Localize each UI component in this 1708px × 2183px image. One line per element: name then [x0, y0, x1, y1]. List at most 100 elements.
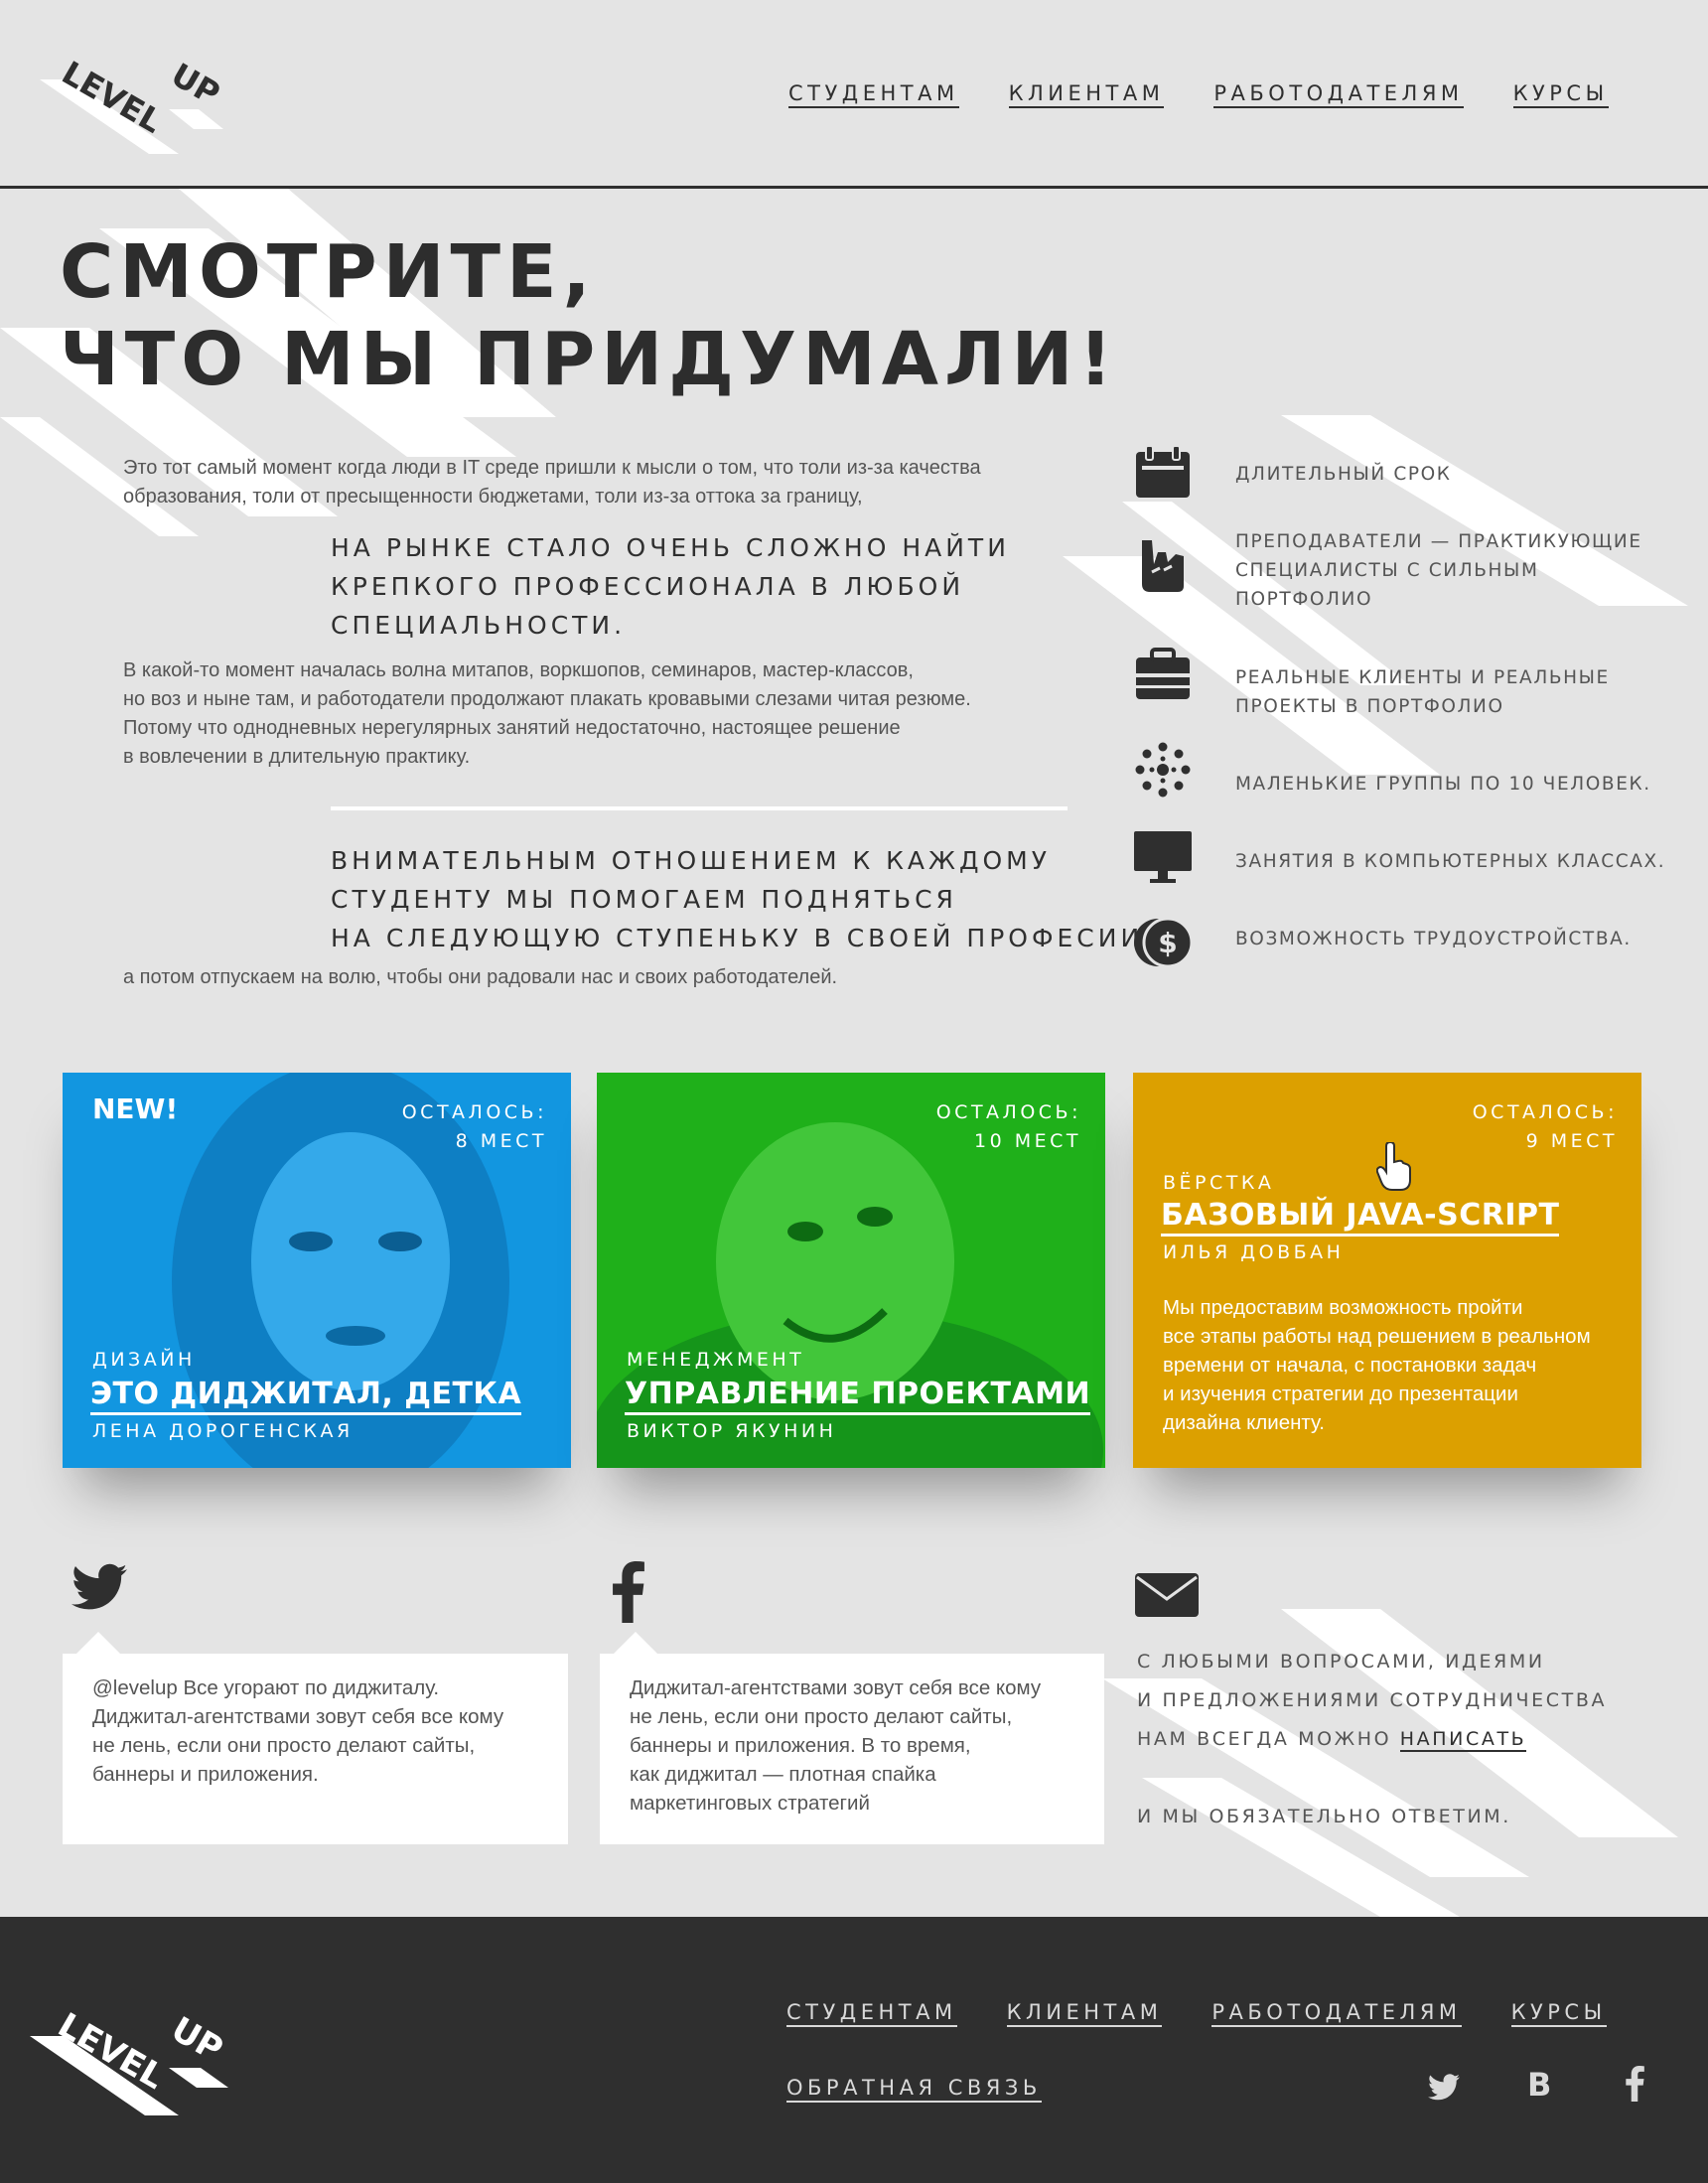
footer-nav-students[interactable]: СТУДЕНТАМ — [786, 2000, 957, 2027]
course-author: ВИКТОР ЯКУНИН — [627, 1420, 837, 1442]
quote-line: КРЕПКОГО ПРОФЕССИОНАЛА В ЛЮБОЙ — [331, 572, 965, 601]
contact-line-prefix: НАМ ВСЕГДА МОЖНО — [1137, 1728, 1400, 1750]
main-nav: СТУДЕНТАМ КЛИЕНТАМ РАБОТОДАТЕЛЯМ КУРСЫ — [788, 81, 1609, 108]
quote-line: НА РЫНКЕ СТАЛО ОЧЕНЬ СЛОЖНО НАЙТИ — [331, 533, 1010, 562]
contact-line: И ПРЕДЛОЖЕНИЯМИ СОТРУДНИЧЕСТВА — [1137, 1689, 1608, 1711]
footer-twitter-icon[interactable] — [1428, 2074, 1460, 2101]
footer-feedback: ОБРАТНАЯ СВЯЗЬ — [786, 2076, 1042, 2103]
desc-line: дизайна клиенту. — [1163, 1411, 1325, 1434]
post-line: как диджитал — плотная спайка — [630, 1763, 936, 1786]
course-card-layout[interactable]: ОСТАЛОСЬ: 9 МЕСТ ВЁРСТКА БАЗОВЫЙ JAVA-SC… — [1133, 1073, 1641, 1468]
quote-line: ВНИМАТЕЛЬНЫМ ОТНОШЕНИЕМ К КАЖДОМУ — [331, 846, 1051, 875]
hand-cursor-icon — [1376, 1142, 1411, 1191]
nav-students[interactable]: СТУДЕНТАМ — [788, 81, 959, 108]
footer-logo[interactable]: LEVEL UP — [30, 1996, 248, 2115]
monitor-icon — [1134, 831, 1192, 883]
group-icon — [1135, 742, 1191, 798]
footer-nav: СТУДЕНТАМ КЛИЕНТАМ РАБОТОДАТЕЛЯМ КУРСЫ — [786, 2000, 1607, 2027]
feature-text-classes: ЗАНЯТИЯ В КОМПЬЮТЕРНЫХ КЛАССАХ. — [1235, 847, 1672, 876]
feature-line: ЗАНЯТИЯ В КОМПЬЮТЕРНЫХ КЛАССАХ. — [1235, 851, 1666, 872]
seats-count: 10 МЕСТ — [974, 1130, 1081, 1152]
body-line: но воз и ныне там, и работодатели продол… — [123, 688, 971, 710]
course-title-link[interactable]: БАЗОВЫЙ JAVA-SCRIPT — [1161, 1198, 1560, 1237]
feature-text-duration: ДЛИТЕЛЬНЫЙ СРОК — [1235, 460, 1672, 489]
feature-text-groups: МАЛЕНЬКИЕ ГРУППЫ ПО 10 ЧЕЛОВЕК. — [1235, 770, 1672, 799]
feature-line: РЕАЛЬНЫЕ КЛИЕНТЫ И РЕАЛЬНЫЕ — [1235, 667, 1610, 688]
new-badge: NEW! — [92, 1092, 179, 1125]
facebook-icon[interactable] — [610, 1561, 645, 1623]
footer: LEVEL UP СТУДЕНТАМ КЛИЕНТАМ РАБОТОДАТЕЛЯ… — [0, 1917, 1708, 2183]
twitter-icon[interactable] — [71, 1563, 127, 1611]
nav-clients[interactable]: КЛИЕНТАМ — [1008, 81, 1165, 108]
desc-line: Мы предоставим возможность пройти — [1163, 1296, 1523, 1319]
quote-line: НА СЛЕДУЮЩУЮ СТУПЕНЬКУ В СВОЕЙ ПРОФЕСИИ, — [331, 924, 1156, 952]
course-category: МЕНЕДЖМЕНТ — [627, 1349, 805, 1371]
course-card-design[interactable]: NEW! ОСТАЛОСЬ: 8 МЕСТ ДИЗАЙН ЭТО ДИДЖИТА… — [63, 1073, 571, 1468]
footer-vk-icon[interactable]: B — [1527, 2066, 1551, 2104]
course-title-link[interactable]: УПРАВЛЕНИЕ ПРОЕКТАМИ — [625, 1377, 1091, 1415]
money-icon: $ — [1134, 917, 1194, 968]
feature-text-clients: РЕАЛЬНЫЕ КЛИЕНТЫ И РЕАЛЬНЫЕ ПРОЕКТЫ В ПО… — [1235, 663, 1672, 721]
intro-text: Это тот самый момент когда люди в IT сре… — [123, 454, 981, 511]
contact-line: И МЫ ОБЯЗАТЕЛЬНО ОТВЕТИМ. — [1137, 1806, 1511, 1827]
course-description: Мы предоставим возможность пройти все эт… — [1163, 1293, 1630, 1437]
course-category: ВЁРСТКА — [1163, 1172, 1275, 1194]
seats-label: ОСТАЛОСЬ: — [935, 1101, 1081, 1123]
nav-courses[interactable]: КУРСЫ — [1512, 81, 1609, 108]
contact-line: С ЛЮБЫМИ ВОПРОСАМИ, ИДЕЯМИ — [1137, 1651, 1545, 1673]
facebook-post-text: Диджитал-агентствами зовут себя все кому… — [630, 1674, 1096, 1818]
quote-line: СПЕЦИАЛЬНОСТИ. — [331, 611, 627, 640]
page-title-line1: СМОТРИТЕ, — [60, 229, 597, 315]
feature-line: СПЕЦИАЛИСТЫ С СИЛЬНЫМ — [1235, 560, 1539, 581]
tweet-line: @levelup Все угорают по диджиталу. — [92, 1676, 440, 1699]
contact-line: НАМ ВСЕГДА МОЖНО НАПИСАТЬ — [1137, 1720, 1653, 1759]
feedback-link[interactable]: ОБРАТНАЯ СВЯЗЬ — [786, 2076, 1042, 2103]
course-author: ЛЕНА ДОРОГЕНСКАЯ — [92, 1420, 354, 1442]
tweet-line: не лень, если они просто делают сайты, — [92, 1734, 476, 1757]
tweet-line: Диджитал-агентствами зовут себя все кому — [92, 1705, 504, 1728]
intro-line: образования, толи от пресыщенности бюдже… — [123, 486, 863, 508]
course-title-link[interactable]: ЭТО ДИДЖИТАЛ, ДЕТКА — [90, 1377, 522, 1415]
desc-line: все этапы работы над решением в реальном — [1163, 1325, 1591, 1348]
header: LEVEL UP СТУДЕНТАМ КЛИЕНТАМ РАБОТОДАТЕЛЯ… — [0, 0, 1708, 189]
seats-left: ОСТАЛОСЬ: 10 МЕСТ — [936, 1098, 1081, 1156]
post-line: баннеры и приложения. В то время, — [630, 1734, 971, 1757]
intro-line: Это тот самый момент когда люди в IT сре… — [123, 457, 981, 479]
feature-line: ПРЕПОДАВАТЕЛИ — ПРАКТИКУЮЩИЕ — [1235, 531, 1642, 552]
facebook-post-card: Диджитал-агентствами зовут себя все кому… — [600, 1632, 1104, 1844]
desc-line: времени от начала, с постановки задач — [1163, 1354, 1537, 1377]
logo[interactable]: LEVEL UP — [40, 40, 238, 154]
course-category: ДИЗАЙН — [92, 1349, 196, 1371]
post-line: маркетинговых стратегий — [630, 1792, 870, 1815]
feature-line: МАЛЕНЬКИЕ ГРУППЫ ПО 10 ЧЕЛОВЕК. — [1235, 774, 1651, 795]
write-us-link[interactable]: НАПИСАТЬ — [1399, 1728, 1527, 1752]
footer-nav-courses[interactable]: КУРСЫ — [1510, 2000, 1607, 2027]
body-line: Потому что однодневных нерегулярных заня… — [123, 717, 901, 739]
nav-employers[interactable]: РАБОТОДАТЕЛЯМ — [1213, 81, 1464, 108]
divider — [331, 806, 1068, 810]
mail-icon[interactable] — [1135, 1573, 1199, 1617]
quote-2: ВНИМАТЕЛЬНЫМ ОТНОШЕНИЕМ К КАЖДОМУ СТУДЕН… — [331, 841, 1155, 957]
footer-nav-employers[interactable]: РАБОТОДАТЕЛЯМ — [1211, 2000, 1462, 2027]
feature-text-teachers: ПРЕПОДАВАТЕЛИ — ПРАКТИКУЮЩИЕ СПЕЦИАЛИСТЫ… — [1235, 527, 1672, 614]
calendar-icon — [1136, 445, 1190, 498]
seats-count: 9 МЕСТ — [1525, 1130, 1618, 1152]
page-title: СМОТРИТЕ, ЧТО МЫ ПРИДУМАЛИ! — [60, 228, 1118, 403]
course-card-management[interactable]: ОСТАЛОСЬ: 10 МЕСТ МЕНЕДЖМЕНТ УПРАВЛЕНИЕ … — [597, 1073, 1105, 1468]
desc-line: и изучения стратегии до презентации — [1163, 1383, 1518, 1405]
rock-hand-icon — [1142, 540, 1184, 592]
footer-nav-clients[interactable]: КЛИЕНТАМ — [1006, 2000, 1163, 2027]
seats-label: ОСТАЛОСЬ: — [1472, 1101, 1618, 1123]
feature-text-employment: ВОЗМОЖНОСТЬ ТРУДОУСТРОЙСТВА. — [1235, 925, 1672, 953]
briefcase-icon — [1136, 648, 1190, 699]
svg-text:$: $ — [1158, 927, 1177, 959]
seats-count: 8 МЕСТ — [455, 1130, 547, 1152]
body-text: В какой-то момент началась волна митапов… — [123, 656, 971, 772]
body-line: в вовлечении в длительную практику. — [123, 746, 471, 768]
seats-left: ОСТАЛОСЬ: 9 МЕСТ — [1473, 1098, 1618, 1156]
outro-text: а потом отпускаем на волю, чтобы они рад… — [123, 966, 838, 988]
tweet-text: @levelup Все угорают по диджиталу. Диджи… — [92, 1674, 559, 1789]
feature-line: ПОРТФОЛИО — [1235, 589, 1373, 610]
footer-facebook-icon[interactable] — [1625, 2066, 1644, 2102]
quote-line: СТУДЕНТУ МЫ ПОМОГАЕМ ПОДНЯТЬСЯ — [331, 885, 957, 914]
